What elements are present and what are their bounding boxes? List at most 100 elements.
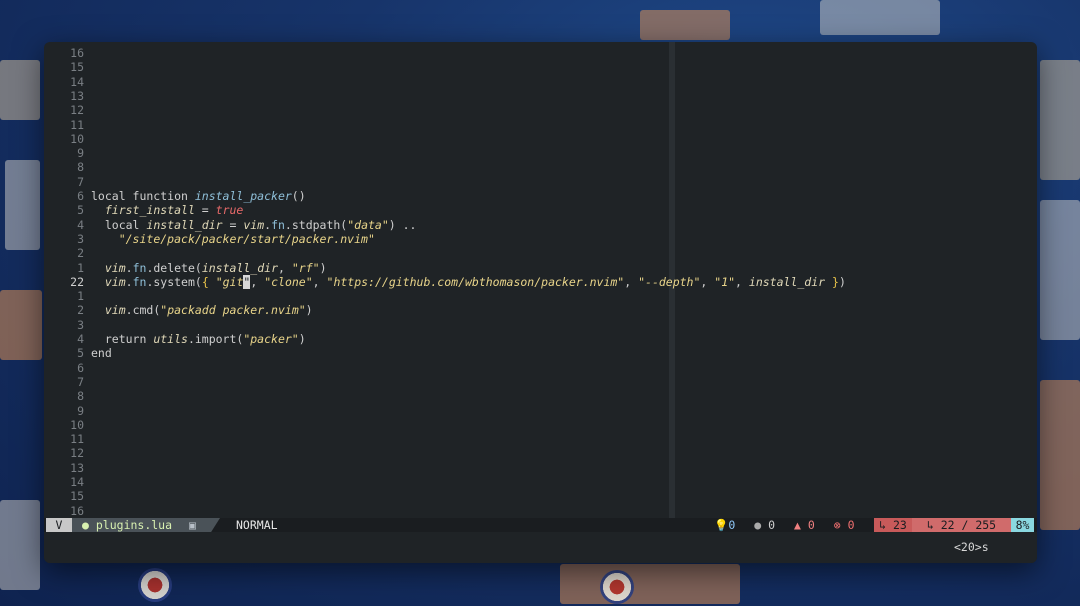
code-token: install_packer: [194, 189, 292, 203]
editor-line[interactable]: 10: [44, 418, 84, 432]
line-number: 15: [70, 60, 84, 75]
code-token: "data": [347, 217, 389, 232]
code-token: true: [215, 203, 244, 218]
code-token: return: [91, 332, 154, 346]
editor-line[interactable]: 15: [44, 60, 84, 74]
code-token: {: [201, 274, 209, 289]
code-token: install_dir: [201, 260, 278, 275]
code-text: end: [91, 346, 112, 360]
editor-line[interactable]: 16: [44, 504, 84, 518]
roundel-decoration: [138, 568, 172, 602]
editor-line[interactable]: 8: [44, 160, 84, 174]
editor-line[interactable]: 3 "/site/pack/packer/start/packer.nvim": [44, 232, 375, 246]
line-number: 6: [77, 360, 84, 375]
editor-line[interactable]: 10: [44, 132, 84, 146]
editor-line[interactable]: 11: [44, 118, 84, 132]
line-number: 1: [77, 289, 84, 304]
code-token: "--depth": [638, 274, 701, 289]
editor-line[interactable]: 13: [44, 461, 84, 475]
scroll-percent: 8%: [1011, 518, 1034, 532]
code-token: install_dir: [748, 274, 826, 289]
code-token: fn: [132, 260, 147, 275]
code-token: "rf": [291, 260, 320, 275]
editor-line[interactable]: 4 return utils.import("packer"): [44, 332, 306, 346]
info-count: 0: [768, 518, 776, 532]
editor-line[interactable]: 14: [44, 475, 84, 489]
code-token: "/site/pack/packer/start/packer.nvim": [118, 231, 375, 246]
editor-line[interactable]: 6: [44, 361, 84, 375]
line-number: 22: [70, 274, 84, 289]
code-text: return utils.import("packer"): [91, 332, 306, 346]
code-token: "git: [208, 274, 244, 289]
editor-line[interactable]: 4 local install_dir = vim.fn.stdpath("da…: [44, 217, 416, 232]
editor-line[interactable]: 7: [44, 375, 84, 389]
plane-decoration: [1040, 200, 1080, 340]
code-token: "https://github.com/wbthomason/packer.nv…: [326, 274, 625, 289]
editor-line[interactable]: 2: [44, 246, 84, 260]
code-token: (): [291, 189, 306, 203]
editor-line[interactable]: 6 local function install_packer(): [44, 189, 306, 203]
line-number: 4: [77, 217, 84, 232]
vim-icon: V: [46, 518, 72, 532]
code-token: ): [319, 260, 327, 275]
terminal-window: 16 15 14 13 12 11 10 9 8 7 6 local function install…: [44, 42, 1037, 563]
editor-line[interactable]: 5 end: [44, 346, 112, 360]
code-token: .delete(: [146, 260, 202, 275]
code-token: ,: [250, 274, 265, 289]
editor-line[interactable]: 12: [44, 446, 84, 460]
code-token: vim: [104, 303, 126, 318]
code-token: vim: [104, 274, 126, 289]
code-token: vim: [243, 217, 265, 232]
editor-line[interactable]: 13: [44, 89, 84, 103]
editor-line[interactable]: 3: [44, 318, 84, 332]
editor-line[interactable]: 8: [44, 389, 84, 403]
editor-line[interactable]: 15: [44, 489, 84, 503]
code-token: }: [832, 274, 839, 289]
code-token: "packer": [243, 332, 299, 346]
plane-decoration: [0, 60, 40, 120]
code-token: fn: [271, 217, 285, 232]
editor-line[interactable]: 2 vim.cmd("packadd packer.nvim"): [44, 303, 313, 317]
code-token: =: [222, 217, 244, 232]
code-token: fn: [132, 274, 147, 289]
editor-pane[interactable]: 16 15 14 13 12 11 10 9 8 7 6 local function install…: [44, 42, 1037, 518]
plane-decoration: [0, 290, 42, 360]
editor-line[interactable]: 11: [44, 432, 84, 446]
code-token: first_install: [104, 203, 195, 218]
line-number: 16: [70, 46, 84, 60]
code-token: ,: [735, 274, 749, 289]
line-number: 6: [77, 189, 84, 203]
editor-line[interactable]: 12: [44, 103, 84, 117]
editor-line[interactable]: 14: [44, 75, 84, 89]
editor-line[interactable]: 9: [44, 404, 84, 418]
line-number: 16: [70, 503, 84, 518]
code-token: end: [91, 346, 112, 361]
line-number: 15: [70, 489, 84, 504]
code-token: ): [298, 332, 306, 346]
editor-line[interactable]: 1 vim.fn.delete(install_dir, "rf"): [44, 261, 326, 275]
line-number: 8: [77, 389, 84, 404]
editor-line[interactable]: 9: [44, 146, 84, 160]
line-number: 2: [77, 246, 84, 261]
line-number: 7: [77, 374, 84, 389]
line-number: 14: [70, 475, 84, 489]
mode-indicator: NORMAL: [220, 518, 292, 532]
editor-line[interactable]: 7: [44, 175, 84, 189]
command-line[interactable]: <20>s: [44, 532, 1037, 563]
code-token: ) ..: [388, 217, 417, 232]
editor-line[interactable]: 16: [44, 46, 84, 60]
code-token: ): [305, 303, 313, 318]
editor-line[interactable]: 22 vim.fn.system({ "git", "clone", "http…: [44, 274, 846, 289]
editor-line[interactable]: 5 first_install = true: [44, 203, 243, 217]
code-text: local function install_packer(): [91, 189, 306, 203]
statusline: V ● plugins.lua ▣ NORMAL 💡0 ● 0 ▲ 0 ⊗ 0 …: [44, 518, 1037, 532]
editor-line[interactable]: 1: [44, 289, 84, 303]
code-token: vim: [104, 260, 126, 275]
line-number: 9: [77, 403, 84, 418]
